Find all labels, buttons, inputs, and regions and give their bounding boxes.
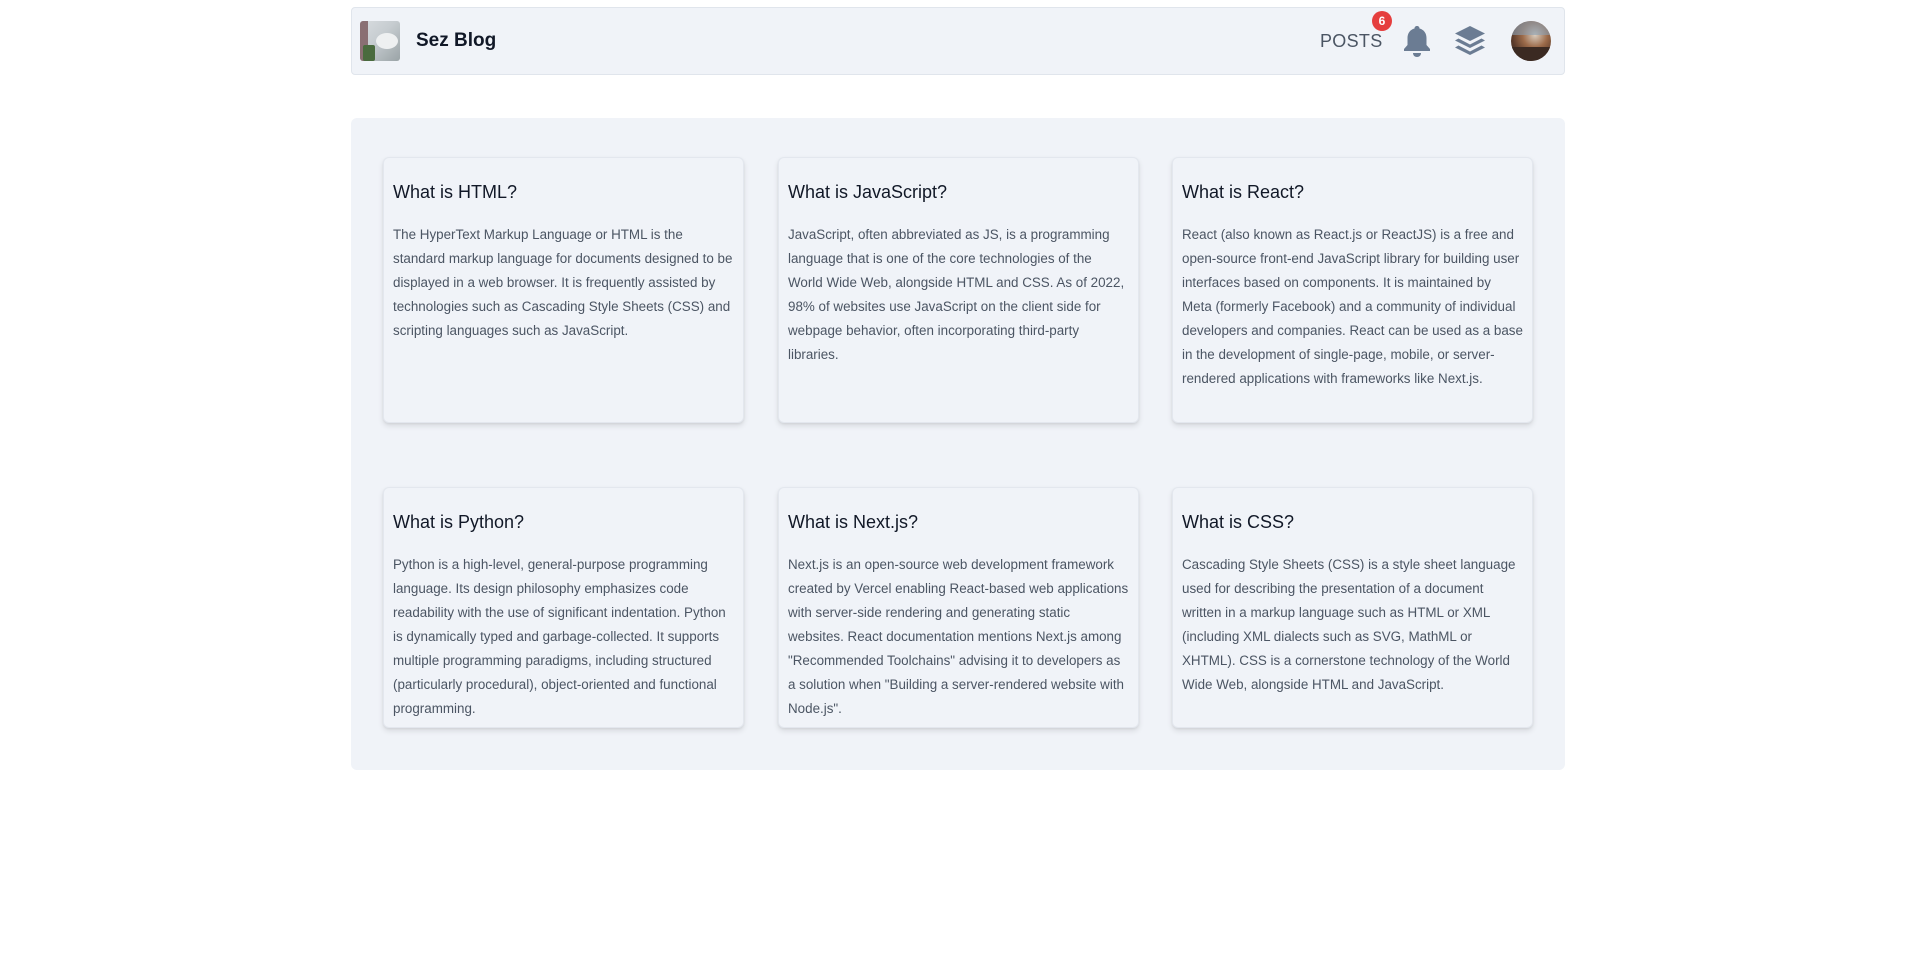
post-title[interactable]: What is CSS?	[1182, 510, 1523, 534]
post-title[interactable]: What is JavaScript?	[788, 180, 1129, 204]
post-excerpt: React (also known as React.js or ReactJS…	[1182, 227, 1523, 386]
post-card[interactable]: What is HTML? The HyperText Markup Langu…	[383, 157, 744, 423]
posts-link[interactable]: POSTS	[1320, 31, 1383, 52]
post-title[interactable]: What is React?	[1182, 180, 1523, 204]
navbar: Sez Blog POSTS 6	[351, 7, 1565, 75]
post-card[interactable]: What is React? React (also known as Reac…	[1172, 157, 1533, 423]
post-title[interactable]: What is HTML?	[393, 180, 734, 204]
post-card[interactable]: What is Next.js? Next.js is an open-sour…	[778, 487, 1139, 728]
post-card[interactable]: What is Python? Python is a high-level, …	[383, 487, 744, 728]
post-excerpt: JavaScript, often abbreviated as JS, is …	[788, 227, 1125, 362]
brand[interactable]: Sez Blog	[360, 21, 496, 61]
post-excerpt: The HyperText Markup Language or HTML is…	[393, 227, 733, 338]
blog-logo-image	[360, 21, 400, 61]
post-card[interactable]: What is JavaScript? JavaScript, often ab…	[778, 157, 1139, 423]
notification-badge: 6	[1372, 11, 1392, 31]
post-excerpt: Cascading Style Sheets (CSS) is a style …	[1182, 557, 1516, 692]
brand-title[interactable]: Sez Blog	[416, 30, 496, 52]
posts-grid: What is HTML? The HyperText Markup Langu…	[351, 118, 1565, 770]
post-card[interactable]: What is CSS? Cascading Style Sheets (CSS…	[1172, 487, 1533, 728]
bell-icon[interactable]	[1401, 24, 1433, 58]
user-avatar[interactable]	[1511, 21, 1551, 61]
post-title[interactable]: What is Python?	[393, 510, 734, 534]
post-excerpt: Python is a high-level, general-purpose …	[393, 557, 726, 716]
layers-icon[interactable]	[1453, 24, 1487, 58]
post-title[interactable]: What is Next.js?	[788, 510, 1129, 534]
post-excerpt: Next.js is an open-source web developmen…	[788, 557, 1129, 716]
